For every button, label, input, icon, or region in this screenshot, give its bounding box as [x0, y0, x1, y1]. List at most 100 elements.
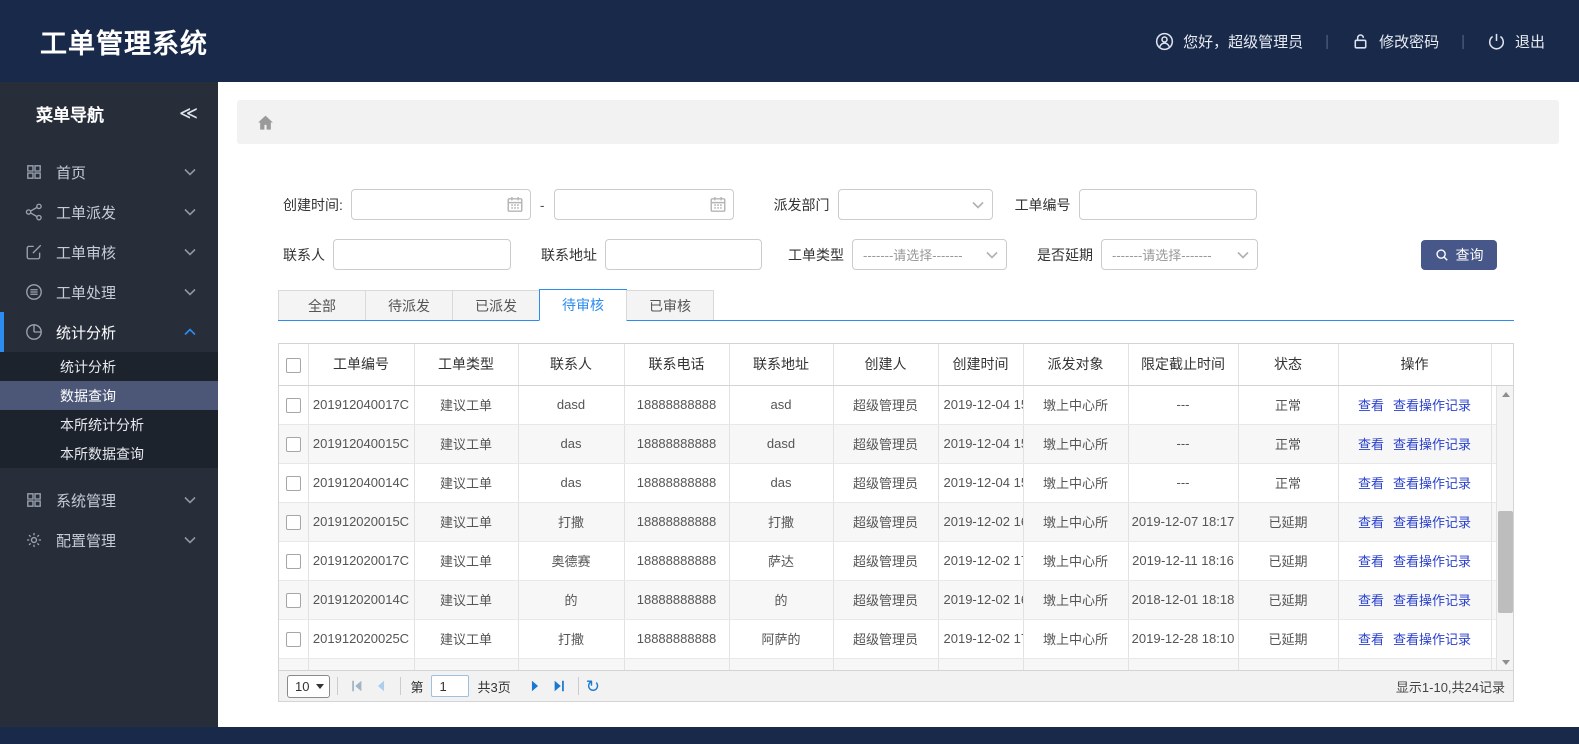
cell-deadline: ---	[1128, 463, 1239, 503]
sidebar-subitem-data-query[interactable]: 数据查询	[0, 381, 218, 410]
sidebar-item-review[interactable]: 工单审核	[0, 232, 218, 272]
sidebar-collapse-button[interactable]: ≪	[179, 103, 198, 124]
refresh-button[interactable]: ↻	[586, 678, 600, 695]
view-operation-log-link[interactable]: 查看操作记录	[1393, 632, 1471, 647]
cell-dispatch-target: 墩上中心所	[1023, 541, 1129, 581]
cell-dispatch-target: 墩上中心所	[1023, 580, 1129, 620]
tab-reviewed[interactable]: 已审核	[626, 290, 714, 320]
cell-dispatch-target: 墩上中心所	[1023, 385, 1129, 425]
sidebar-item-dispatch[interactable]: 工单派发	[0, 192, 218, 232]
row-checkbox-cell	[279, 385, 309, 425]
cell-contact: 奥德赛	[518, 541, 625, 581]
view-link[interactable]: 查看	[1358, 632, 1384, 647]
cell-address: 阿萨的	[729, 619, 834, 659]
view-operation-log-link[interactable]: 查看操作记录	[1393, 554, 1471, 569]
cell-address: asd	[729, 385, 834, 425]
order-no-input[interactable]	[1078, 189, 1257, 220]
prev-page-button[interactable]	[369, 675, 393, 697]
sidebar-subitem-statistics-analysis[interactable]: 统计分析	[0, 352, 218, 381]
view-link[interactable]: 查看	[1358, 593, 1384, 608]
view-operation-log-link[interactable]: 查看操作记录	[1393, 476, 1471, 491]
dispatch-dept-select[interactable]	[837, 189, 993, 220]
search-button[interactable]: 查询	[1421, 239, 1497, 270]
sidebar-item-label: 首页	[56, 164, 87, 182]
chevron-down-icon	[184, 248, 196, 256]
sidebar-item-statistics[interactable]: 统计分析	[0, 312, 218, 352]
sidebar-submenu-statistics: 统计分析 数据查询 本所统计分析 本所数据查询	[0, 352, 218, 468]
row-checkbox[interactable]	[285, 631, 301, 647]
table-row: 201912020025C 建议工单 打撒 18888888888 阿萨的 超级管理员 20…	[279, 619, 1513, 659]
cell-address: 的	[729, 580, 834, 620]
address-input[interactable]	[605, 239, 762, 270]
sidebar-item-process[interactable]: 工单处理	[0, 272, 218, 312]
row-checkbox[interactable]	[285, 514, 301, 530]
grid-icon	[27, 493, 41, 507]
grid-icon	[27, 165, 41, 179]
row-checkbox-cell	[279, 580, 309, 620]
sidebar-item-home[interactable]: 首页	[0, 152, 218, 192]
select-all-checkbox[interactable]	[285, 357, 301, 373]
row-checkbox[interactable]	[285, 592, 301, 608]
tab-all[interactable]: 全部	[278, 290, 366, 320]
sidebar-item-config[interactable]: 配置管理	[0, 520, 218, 560]
create-time-end-input[interactable]	[553, 189, 734, 220]
view-operation-log-link[interactable]: 查看操作记录	[1393, 398, 1471, 413]
logout-button[interactable]: 退出	[1487, 31, 1545, 52]
view-link[interactable]: 查看	[1358, 437, 1384, 452]
next-page-button[interactable]	[523, 675, 547, 697]
table-row: 201912020017C 建议工单 奥德赛 18888888888 萨达 超级管理员 20…	[279, 541, 1513, 581]
view-link[interactable]: 查看	[1358, 476, 1384, 491]
page-size-select[interactable]: 10	[287, 674, 331, 698]
view-link[interactable]: 查看	[1358, 554, 1384, 569]
col-creator: 创建人	[833, 344, 939, 386]
tab-dispatched[interactable]: 已派发	[452, 290, 540, 320]
view-operation-log-link[interactable]: 查看操作记录	[1393, 593, 1471, 608]
vertical-scrollbar[interactable]	[1496, 386, 1513, 670]
pie-chart-icon	[26, 324, 42, 340]
row-checkbox[interactable]	[285, 397, 301, 413]
home-icon[interactable]	[256, 113, 275, 132]
cell-status	[1238, 658, 1339, 670]
first-page-button[interactable]	[345, 675, 369, 697]
tab-pending-review[interactable]: 待审核	[539, 289, 627, 321]
create-time-start-input[interactable]	[350, 189, 531, 220]
sidebar-subitem-local-data-query[interactable]: 本所数据查询	[0, 439, 218, 468]
row-checkbox[interactable]	[285, 436, 301, 452]
cell-create-time: 2019-12-02 16	[938, 580, 1024, 620]
scroll-up-button[interactable]	[1497, 386, 1513, 402]
search-icon	[1435, 248, 1448, 261]
cell-deadline: 2019-12-28 18:10	[1128, 619, 1239, 659]
content-panel: 创建时间: - 派发部门 工单编号 联系人 联系地址 工单类型 -------请…	[278, 189, 1514, 702]
data-grid: 工单编号 工单类型 联系人 联系电话 联系地址 创建人 创建时间 派发对象 限定…	[278, 343, 1514, 702]
view-link[interactable]: 查看	[1358, 398, 1384, 413]
view-link[interactable]: 查看	[1358, 515, 1384, 530]
tab-pending-dispatch[interactable]: 待派发	[365, 290, 453, 320]
gear-icon	[27, 533, 41, 547]
last-page-button[interactable]	[547, 675, 571, 697]
page-number-input[interactable]	[431, 675, 470, 697]
cell-contact: dasd	[518, 385, 625, 425]
row-checkbox[interactable]	[285, 475, 301, 491]
view-operation-log-link[interactable]: 查看操作记录	[1393, 437, 1471, 452]
change-password-button[interactable]: 修改密码	[1351, 31, 1439, 52]
delay-select[interactable]: -------请选择-------	[1101, 239, 1258, 270]
contact-input[interactable]	[333, 239, 511, 270]
cell-phone: 18888888888	[624, 502, 730, 542]
calendar-icon[interactable]	[506, 195, 524, 213]
scrollbar-thumb[interactable]	[1498, 510, 1513, 614]
row-checkbox[interactable]	[285, 553, 301, 569]
cell-order-type: 建议工单	[414, 541, 519, 581]
user-greeting: 您好，超级管理员	[1155, 31, 1303, 52]
scroll-down-button[interactable]	[1497, 654, 1513, 670]
cell-create-time: 2019-12-04 15	[938, 385, 1024, 425]
view-operation-log-link[interactable]: 查看操作记录	[1393, 515, 1471, 530]
col-status: 状态	[1238, 344, 1339, 386]
calendar-icon[interactable]	[709, 195, 727, 213]
search-button-label: 查询	[1455, 246, 1484, 263]
page-size-value: 10	[295, 678, 310, 694]
main-content: 创建时间: - 派发部门 工单编号 联系人 联系地址 工单类型 -------请…	[218, 82, 1579, 727]
cell-order-no: 201912020014C	[308, 580, 415, 620]
sidebar-item-system[interactable]: 系统管理	[0, 480, 218, 520]
sidebar-subitem-local-statistics[interactable]: 本所统计分析	[0, 410, 218, 439]
order-type-select[interactable]: -------请选择-------	[852, 239, 1007, 270]
